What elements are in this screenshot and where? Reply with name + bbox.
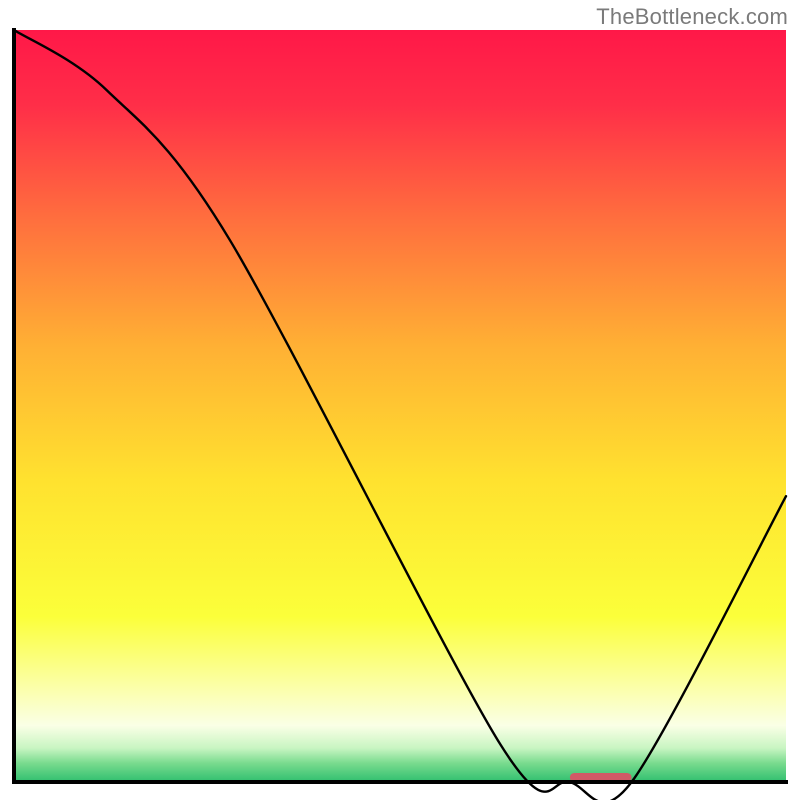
bottleneck-chart [0, 0, 800, 800]
plot-background [14, 30, 786, 782]
watermark-text: TheBottleneck.com [596, 4, 788, 30]
